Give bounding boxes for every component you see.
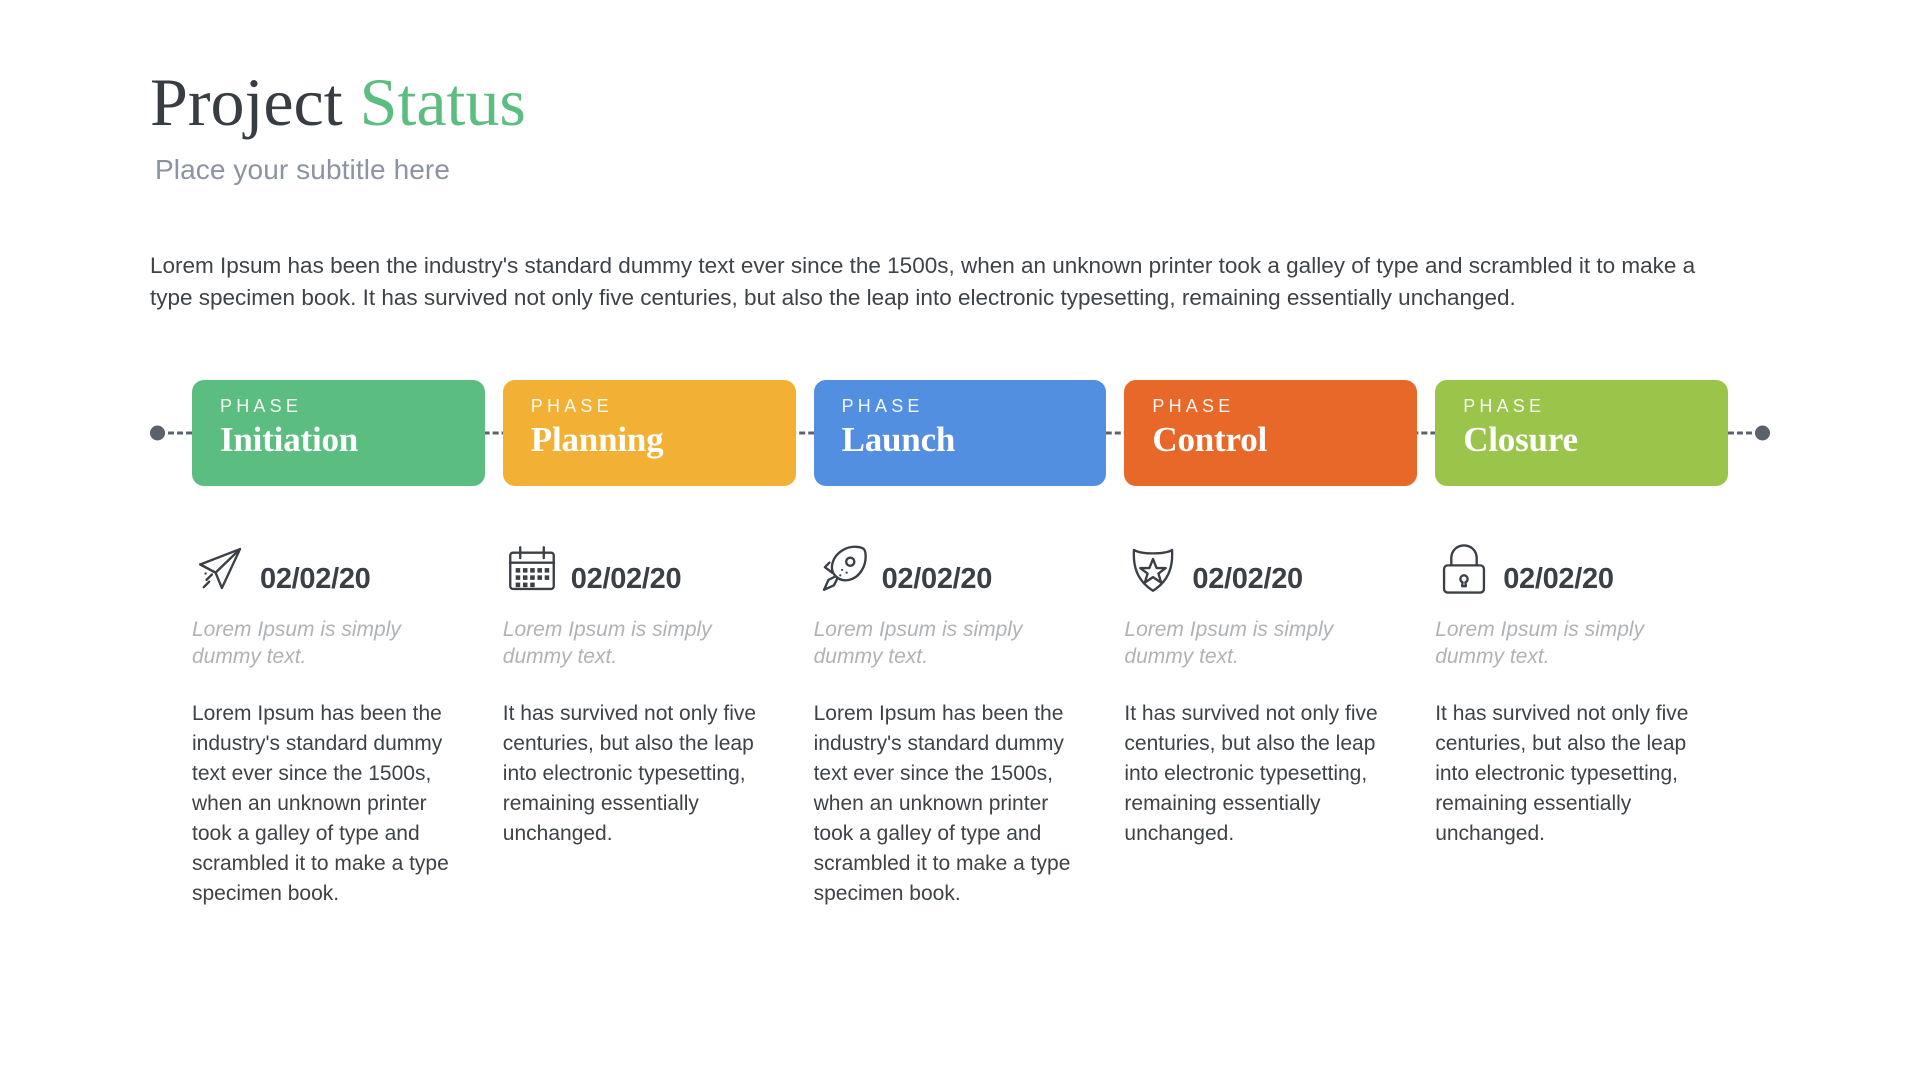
detail-header: 02/02/20 [192, 520, 485, 598]
phase-date: 02/02/20 [260, 563, 371, 595]
phase-detail-columns: 02/02/20 Lorem Ipsum is simply dummy tex… [192, 520, 1728, 909]
phase-detail-closure: 02/02/20 Lorem Ipsum is simply dummy tex… [1435, 520, 1728, 909]
phase-body-text: Lorem Ipsum has been the industry's stan… [192, 701, 449, 905]
phase-lead-text: Lorem Ipsum is simply dummy text. [192, 618, 401, 669]
detail-header: 02/02/20 [1124, 520, 1417, 598]
phase-date: 02/02/20 [570, 563, 682, 595]
phase-lead-text: Lorem Ipsum is simply dummy text. [1124, 618, 1334, 669]
phase-date: 02/02/20 [1192, 563, 1303, 595]
phase-card-initiation[interactable]: PHASE Initiation [192, 380, 485, 486]
page-title: Project Status [150, 68, 1770, 136]
phase-kicker: PHASE [841, 396, 924, 416]
page-title-main: Project [150, 64, 343, 140]
phase-card-control[interactable]: PHASE Control [1124, 380, 1418, 486]
phase-body-text: Lorem Ipsum has been the industry's stan… [813, 701, 1071, 905]
phase-body-text: It has survived not only five centuries,… [502, 701, 757, 845]
detail-header: 02/02/20 [1435, 520, 1728, 598]
phase-kicker: PHASE [1152, 396, 1235, 416]
phase-timeline: PHASE Initiation PHASE Planning PHASE La… [150, 380, 1770, 486]
phase-body-text: It has survived not only five centuries,… [1124, 701, 1378, 845]
page-title-accent: Status [359, 64, 526, 140]
rocket-icon [814, 540, 872, 598]
phase-detail-launch: 02/02/20 Lorem Ipsum is simply dummy tex… [814, 520, 1107, 909]
detail-header: 02/02/20 [814, 520, 1107, 598]
timeline-start-dot [150, 425, 165, 441]
slide-header: Project Status Place your subtitle here [150, 68, 1770, 186]
paper-plane-icon [192, 540, 250, 598]
lock-icon [1435, 540, 1493, 598]
calendar-icon [503, 540, 561, 598]
phase-kicker: PHASE [220, 396, 303, 416]
detail-header: 02/02/20 [503, 520, 796, 598]
phase-lead-text: Lorem Ipsum is simply dummy text. [813, 618, 1023, 669]
phase-lead-text: Lorem Ipsum is simply dummy text. [1435, 618, 1645, 669]
phase-date: 02/02/20 [1503, 563, 1614, 595]
page-subtitle: Place your subtitle here [155, 154, 451, 185]
phase-name: Closure [1463, 420, 1578, 459]
phase-body-text: It has survived not only five centuries,… [1435, 701, 1689, 845]
timeline-end-dot [1755, 425, 1770, 441]
phase-name: Planning [530, 420, 664, 459]
phase-name: Initiation [220, 420, 359, 459]
phase-card-list: PHASE Initiation PHASE Planning PHASE La… [192, 380, 1728, 486]
intro-paragraph: Lorem Ipsum has been the industry's stan… [150, 253, 1696, 310]
phase-detail-planning: 02/02/20 Lorem Ipsum is simply dummy tex… [503, 520, 796, 909]
phase-card-planning[interactable]: PHASE Planning [502, 380, 796, 486]
phase-card-launch[interactable]: PHASE Launch [813, 380, 1107, 486]
phase-date: 02/02/20 [881, 563, 993, 595]
phase-lead-text: Lorem Ipsum is simply dummy text. [502, 618, 712, 669]
phase-detail-initiation: 02/02/20 Lorem Ipsum is simply dummy tex… [192, 520, 485, 909]
phase-detail-control: 02/02/20 Lorem Ipsum is simply dummy tex… [1124, 520, 1417, 909]
phase-kicker: PHASE [530, 396, 613, 416]
phase-name: Launch [841, 420, 956, 459]
phase-name: Control [1152, 420, 1268, 459]
shield-star-icon [1124, 540, 1182, 598]
phase-card-closure[interactable]: PHASE Closure [1435, 380, 1728, 486]
phase-kicker: PHASE [1463, 396, 1546, 416]
slide-canvas: Project Status Place your subtitle here … [0, 0, 1920, 1080]
